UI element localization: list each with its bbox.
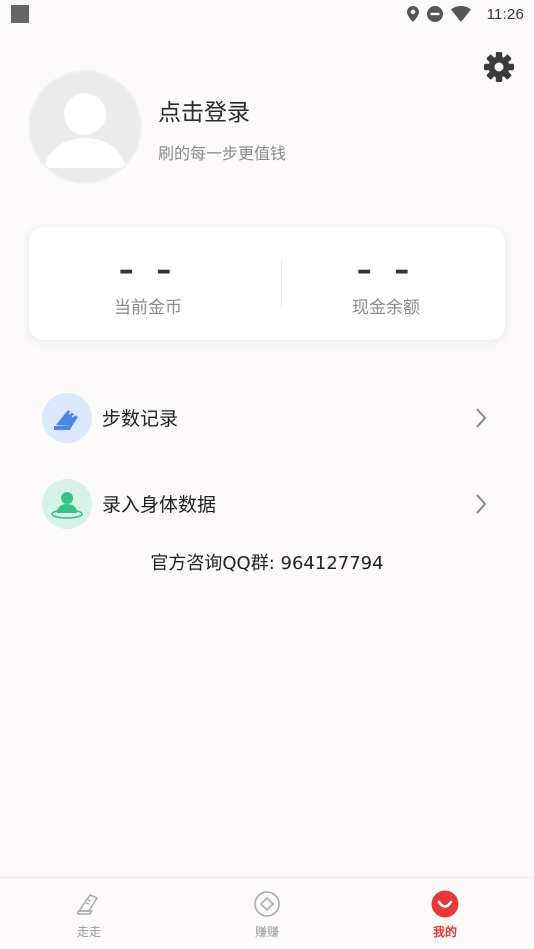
coins-stat[interactable]: – – 当前金币 (29, 227, 267, 340)
coins-label: 当前金币 (114, 298, 182, 318)
menu-item-body-data[interactable]: 录入身体数据 (40, 476, 494, 532)
qq-group-text: 官方咨询QQ群: 964127794 (150, 553, 384, 574)
nav-label-earn: 赚赚 (254, 925, 279, 939)
chevron-right-icon (476, 408, 487, 428)
person-icon (51, 492, 83, 519)
step-records-label: 步数记录 (102, 408, 179, 430)
coin-icon (254, 891, 280, 917)
coins-value: – – (118, 253, 178, 288)
step-records-icon-circle (42, 393, 92, 443)
wifi-icon (450, 6, 471, 22)
nav-tab-earn[interactable]: 赚赚 (212, 878, 322, 949)
nav-tab-walk[interactable]: 走走 (34, 878, 144, 949)
avatar[interactable] (28, 70, 142, 184)
login-title[interactable]: 点击登录 (158, 93, 250, 127)
profile-screen: 11:26 点击登录 刷的每一步更值钱 – – 当前金币 – – 现金余额 步数… (0, 0, 534, 949)
smile-icon (431, 890, 459, 918)
bottom-nav: 走走 赚赚 我的 (0, 877, 534, 949)
status-time: 11:26 (486, 5, 524, 23)
shoe-icon (77, 894, 98, 915)
gear-icon (484, 52, 514, 82)
body-data-icon-circle (42, 479, 92, 529)
body-data-label: 录入身体数据 (102, 494, 217, 516)
login-subtitle: 刷的每一步更值钱 (158, 144, 287, 163)
stats-card: – – 当前金币 – – 现金余额 (29, 227, 505, 340)
nav-label-mine: 我的 (432, 925, 457, 939)
nav-tab-mine[interactable]: 我的 (390, 878, 500, 949)
nav-label-walk: 走走 (76, 925, 101, 939)
status-bar: 11:26 (0, 0, 534, 28)
cash-label: 现金余额 (352, 298, 420, 318)
menu-item-step-records[interactable]: 步数记录 (40, 390, 494, 446)
notification-icon (11, 5, 29, 23)
settings-button[interactable] (482, 50, 516, 84)
status-icons: 11:26 (406, 4, 524, 24)
do-not-disturb-icon (426, 6, 443, 22)
shoe-icon (54, 410, 78, 430)
chevron-right-icon (476, 494, 487, 514)
cash-value: – – (356, 253, 416, 288)
location-icon (406, 6, 419, 22)
default-avatar-icon (30, 72, 140, 182)
cash-stat[interactable]: – – 现金余额 (267, 227, 505, 340)
